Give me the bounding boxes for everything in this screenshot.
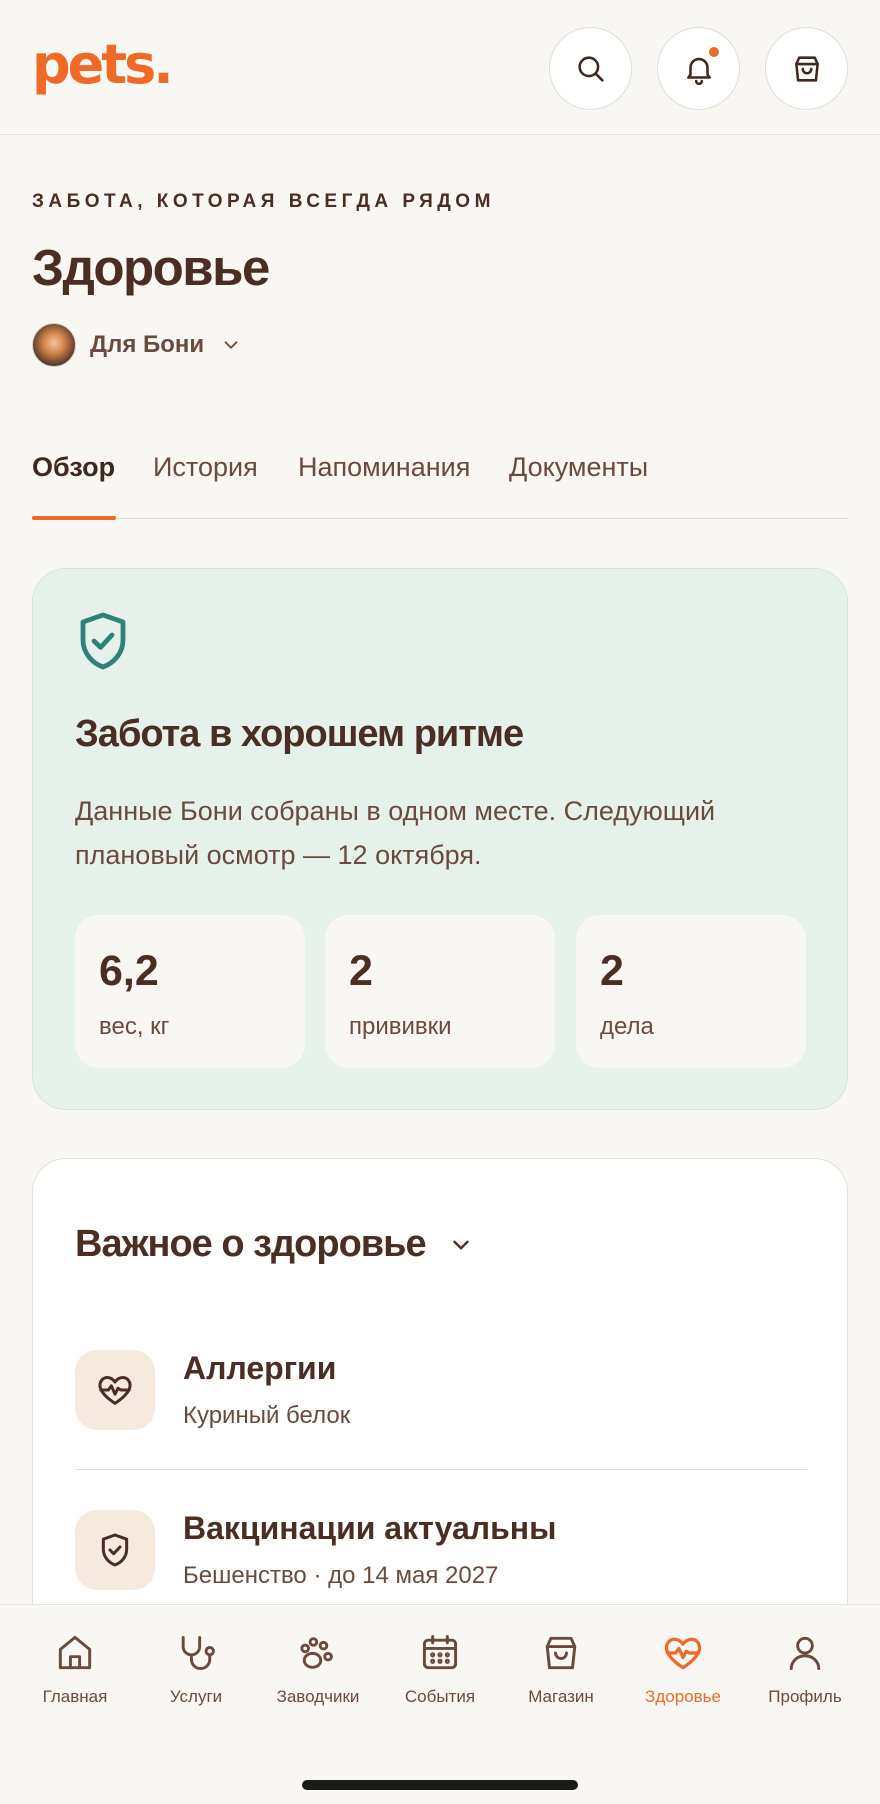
pet-avatar (32, 323, 76, 367)
pet-selector[interactable]: Для Бони (32, 323, 242, 367)
shield-check-icon (101, 1533, 129, 1567)
nav-label: Магазин (528, 1687, 594, 1706)
list-item-icon (75, 1350, 155, 1430)
page-eyebrow: ЗАБОТА, КОТОРАЯ ВСЕГДА РЯДОМ (32, 191, 495, 212)
stat-label: дела (600, 1013, 654, 1040)
list-item-title: Аллергии (183, 1350, 337, 1386)
active-tab-indicator (32, 516, 116, 520)
shield-check-icon (80, 612, 126, 670)
tab-overview[interactable]: Обзор (32, 452, 115, 483)
important-section-title: Важное о здоровье (75, 1223, 427, 1265)
tab-reminders[interactable]: Напоминания (298, 452, 470, 483)
chevron-down-icon (452, 1240, 469, 1249)
notification-dot (709, 47, 719, 57)
search-icon (577, 55, 604, 82)
nav-services[interactable]: Услуги (136, 1631, 256, 1707)
nav-label: Главная (42, 1687, 108, 1706)
page-title: Здоровье (32, 239, 270, 296)
nav-home[interactable]: Главная (15, 1631, 135, 1707)
stat-value: 6,2 (99, 947, 159, 995)
home-indicator (302, 1780, 578, 1790)
stat-label: вес, кг (99, 1013, 170, 1040)
notifications-button[interactable] (657, 27, 740, 110)
nav-label: Услуги (169, 1687, 223, 1706)
app-header: pets. (0, 0, 880, 135)
bell-icon (686, 57, 711, 85)
stat-tasks: 2 дела (576, 915, 806, 1068)
list-item-icon (75, 1510, 155, 1590)
pet-selector-label: Для Бони (90, 331, 205, 358)
important-section-toggle[interactable]: Важное о здоровье (75, 1223, 474, 1266)
stat-value: 2 (600, 947, 624, 995)
heart-pulse-icon (98, 1376, 132, 1405)
nav-label: Профиль (768, 1687, 842, 1706)
nav-label: Заводчики (276, 1687, 360, 1706)
tab-documents[interactable]: Документы (509, 452, 648, 483)
search-button[interactable] (549, 27, 632, 110)
stat-weight: 6,2 вес, кг (75, 915, 305, 1068)
cart-button[interactable] (765, 27, 848, 110)
stethoscope-icon (181, 1635, 215, 1671)
stat-vaccinations: 2 прививки (325, 915, 555, 1068)
stat-value: 2 (349, 947, 373, 995)
nav-breeders[interactable]: Заводчики (258, 1631, 378, 1707)
nav-profile[interactable]: Профиль (745, 1631, 865, 1707)
list-item-allergies[interactable]: Аллергии Куриный белок (75, 1350, 807, 1470)
nav-events[interactable]: События (380, 1631, 500, 1707)
paw-icon (300, 1637, 333, 1669)
nav-shop[interactable]: Магазин (501, 1631, 621, 1707)
status-title: Забота в хорошем ритме (75, 713, 524, 755)
user-icon (789, 1636, 821, 1671)
tab-history[interactable]: История (153, 452, 258, 483)
chevron-down-icon (224, 341, 238, 349)
list-item-subtitle: Бешенство · до 14 мая 2027 (183, 1562, 499, 1589)
list-item-title: Вакцинации актуальны (183, 1510, 557, 1546)
tab-bar: Обзор История Напоминания Документы (32, 440, 848, 520)
bag-icon (545, 1636, 577, 1670)
home-icon (58, 1635, 92, 1670)
list-item-subtitle: Куриный белок (183, 1402, 351, 1429)
bag-icon (794, 55, 819, 82)
app-logo[interactable]: pets. (32, 38, 174, 92)
bottom-navigation: Главная Услуги Заводчики События Магазин… (0, 1604, 880, 1804)
calendar-icon (422, 1635, 458, 1670)
heart-pulse-icon (664, 1637, 702, 1670)
nav-label: Здоровье (645, 1687, 721, 1706)
nav-label: События (404, 1687, 476, 1706)
stat-label: прививки (349, 1013, 452, 1040)
health-status-card: Забота в хорошем ритме Данные Бони собра… (32, 568, 848, 1110)
nav-health[interactable]: Здоровье (623, 1631, 743, 1707)
status-description: Данные Бони собраны в одном месте. Следу… (75, 796, 716, 870)
